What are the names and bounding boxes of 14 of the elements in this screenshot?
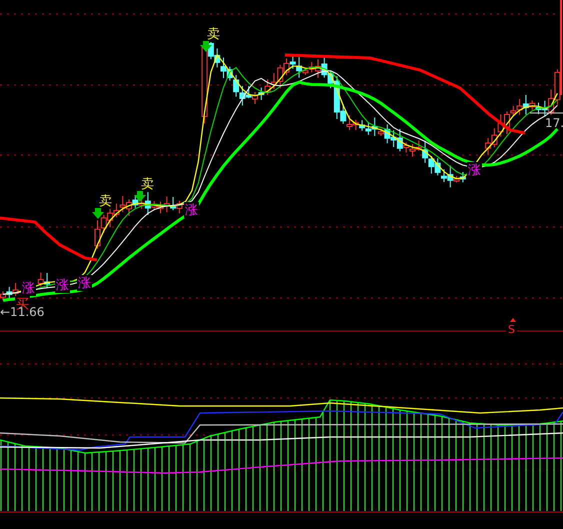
- sell-signal-label: 卖: [99, 194, 112, 209]
- down-arrow-icon: [92, 208, 104, 219]
- rise-signal-label: 涨: [22, 281, 35, 296]
- sell-signal-label: 卖: [207, 27, 220, 42]
- rise-signal-label: 涨: [185, 203, 198, 218]
- down-arrow-icon: [200, 41, 212, 52]
- down-arrow-icon: [134, 191, 146, 202]
- price-label: 17.: [545, 116, 563, 130]
- signal-label: S: [508, 323, 515, 336]
- rise-signal-label: 涨: [78, 276, 91, 291]
- sell-signal-label: 卖: [141, 177, 154, 192]
- rise-signal-label: 涨: [56, 278, 69, 293]
- rise-signal-label: 涨: [468, 163, 481, 178]
- buy-signal-label: 买: [16, 297, 29, 312]
